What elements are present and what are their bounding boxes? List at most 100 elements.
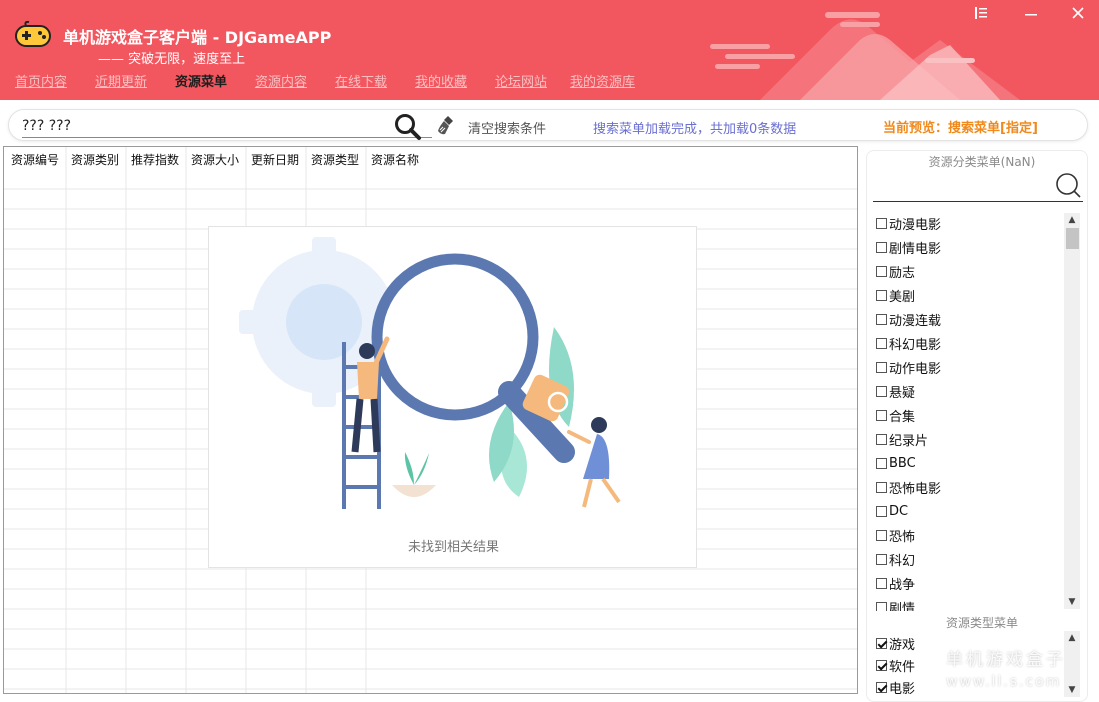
checkbox[interactable] [876, 217, 887, 229]
category-item[interactable]: 恐怖 [876, 525, 915, 545]
type-label: 游戏 [889, 637, 916, 653]
checkbox[interactable] [876, 409, 887, 421]
type-scrollbar[interactable]: ▲ ▼ [1064, 631, 1080, 697]
nav-item-resource-content[interactable]: 资源内容 [255, 71, 307, 90]
app-window: 单机游戏盒子客户端 - DJGameAPP —— 突破无限，速度至上 首页内容 … [0, 0, 1099, 702]
category-label: 纪录片 [889, 433, 929, 449]
category-scrollbar[interactable]: ▲ ▼ [1064, 213, 1080, 609]
checkbox-checked[interactable] [876, 659, 887, 671]
category-item[interactable]: 动作电影 [876, 357, 941, 377]
category-label: 战争 [889, 577, 916, 593]
category-item[interactable]: DC [876, 501, 908, 521]
checkbox[interactable] [876, 481, 887, 493]
category-item[interactable]: 剧情 [876, 597, 915, 611]
search-icon[interactable] [392, 110, 424, 142]
nav-item-my-library[interactable]: 我的资源库 [570, 71, 635, 90]
nav-item-favorites[interactable]: 我的收藏 [415, 71, 467, 90]
checkbox-checked[interactable] [876, 681, 887, 693]
column-header-updated[interactable]: 更新日期 [251, 151, 299, 168]
checkbox[interactable] [876, 529, 887, 541]
checkbox[interactable] [876, 241, 887, 253]
category-label: 动漫电影 [889, 217, 942, 233]
checkbox[interactable] [876, 385, 887, 397]
type-item[interactable]: 游戏 [876, 633, 915, 653]
scroll-down-icon[interactable]: ▼ [1064, 683, 1080, 697]
broom-icon [438, 116, 453, 135]
close-icon[interactable] [1065, 4, 1091, 26]
scroll-down-icon[interactable]: ▼ [1064, 595, 1080, 609]
category-search-input[interactable] [873, 201, 1083, 202]
scroll-up-icon[interactable]: ▲ [1064, 213, 1080, 227]
search-bar: 清空搜索条件 搜索菜单加载完成，共加载0条数据 当前预览：搜索菜单[指定] [8, 109, 1088, 141]
nav-item-resource-menu[interactable]: 资源菜单 [175, 71, 227, 90]
column-header-size[interactable]: 资源大小 [191, 151, 239, 168]
type-menu-title: 资源类型菜单 [945, 616, 1018, 630]
checkbox[interactable] [876, 337, 887, 349]
category-label: 励志 [889, 265, 916, 281]
type-label: 软件 [889, 659, 916, 675]
checkbox[interactable] [876, 601, 887, 611]
nav-item-online-download[interactable]: 在线下载 [335, 71, 387, 90]
watermark-url: www.ll.s.com [946, 674, 1062, 690]
load-status-text: 搜索菜单加载完成，共加载0条数据 [593, 122, 797, 137]
category-label: 恐怖 [889, 529, 916, 545]
nav-item-forum[interactable]: 论坛网站 [495, 71, 547, 90]
category-item[interactable]: 科幻 [876, 549, 915, 569]
column-header-rating[interactable]: 推荐指数 [131, 151, 179, 168]
category-item[interactable]: 励志 [876, 261, 915, 281]
column-header-category[interactable]: 资源类别 [71, 151, 119, 168]
column-header-type[interactable]: 资源类型 [311, 151, 359, 168]
menu-icon[interactable] [968, 4, 994, 26]
category-item[interactable]: 悬疑 [876, 381, 915, 401]
category-label: 剧情电影 [889, 241, 942, 257]
category-item[interactable]: 剧情电影 [876, 237, 941, 257]
type-label: 电影 [889, 681, 916, 697]
category-item[interactable]: 动漫连载 [876, 309, 941, 329]
nav-item-recent[interactable]: 近期更新 [95, 71, 147, 90]
category-label: 动漫连载 [889, 313, 942, 329]
empty-state: 未找到相关结果 [208, 226, 697, 568]
checkbox[interactable] [876, 577, 887, 589]
checkbox[interactable] [876, 553, 887, 565]
category-label: 动作电影 [889, 361, 942, 377]
category-item[interactable]: 科幻电影 [876, 333, 941, 353]
column-header-name[interactable]: 资源名称 [371, 151, 419, 168]
no-results-illustration [239, 237, 621, 509]
category-label: 科幻电影 [889, 337, 942, 353]
category-label: 美剧 [889, 289, 916, 305]
category-label: 科幻 [889, 553, 916, 569]
scroll-thumb[interactable] [1066, 228, 1079, 249]
category-item[interactable]: 合集 [876, 405, 915, 425]
column-header-id[interactable]: 资源编号 [11, 151, 59, 168]
category-item[interactable]: 恐怖电影 [876, 477, 941, 497]
type-item[interactable]: 电影 [876, 677, 915, 697]
checkbox[interactable] [876, 265, 887, 277]
category-item[interactable]: 美剧 [876, 285, 915, 305]
category-item[interactable]: 动漫电影 [876, 213, 941, 233]
category-menu-title: 资源分类菜单(NaN) [928, 155, 1036, 169]
category-list[interactable]: 动漫电影 剧情电影 励志 美剧 动漫连载 科幻电影 动作电影 悬疑 合集 纪录片… [876, 213, 1066, 611]
category-label: DC [889, 503, 909, 519]
minimize-icon[interactable] [1018, 4, 1044, 26]
search-input[interactable] [22, 114, 432, 138]
category-panel: 资源分类菜单(NaN) 动漫电影 剧情电影 励志 美剧 动漫连载 科幻电影 动作… [866, 150, 1088, 702]
category-search-icon[interactable] [1053, 170, 1083, 200]
checkbox[interactable] [876, 433, 887, 445]
checkbox[interactable] [876, 313, 887, 325]
checkbox[interactable] [876, 361, 887, 373]
checkbox[interactable] [876, 289, 887, 301]
category-item[interactable]: BBC [876, 453, 916, 473]
checkbox[interactable] [876, 505, 887, 517]
checkbox[interactable] [876, 457, 887, 469]
category-item[interactable]: 纪录片 [876, 429, 928, 449]
type-item[interactable]: 软件 [876, 655, 915, 675]
category-label: 恐怖电影 [889, 481, 942, 497]
scroll-up-icon[interactable]: ▲ [1064, 631, 1080, 645]
empty-state-message: 未找到相关结果 [407, 540, 499, 555]
category-label: 悬疑 [889, 385, 916, 401]
checkbox-checked[interactable] [876, 637, 887, 649]
category-item[interactable]: 战争 [876, 573, 915, 593]
nav-item-home[interactable]: 首页内容 [15, 71, 67, 90]
clear-search-button[interactable]: 清空搜索条件 [436, 114, 566, 138]
gamepad-logo-icon [15, 20, 51, 47]
